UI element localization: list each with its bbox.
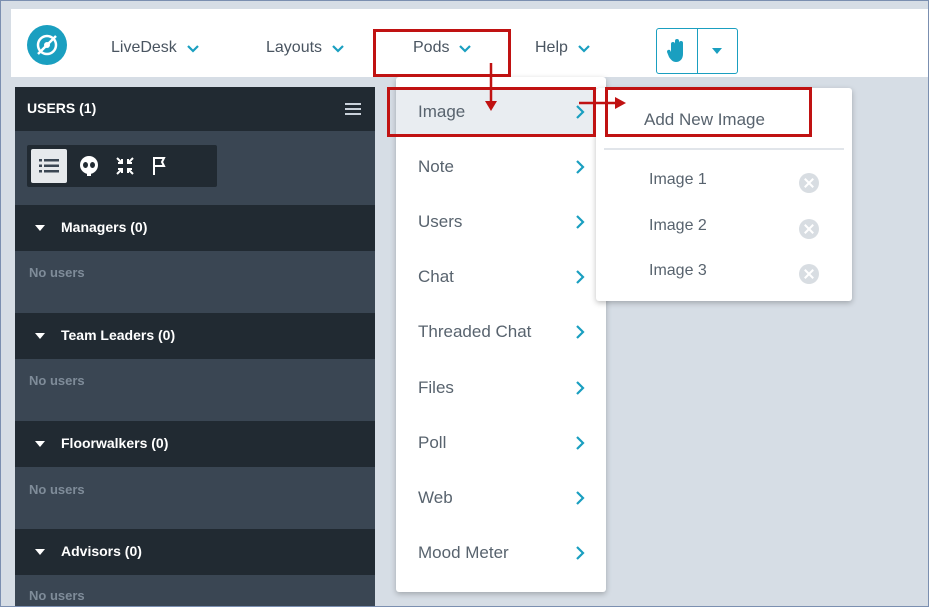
compact-view-button[interactable] <box>107 145 143 187</box>
remove-image-icon[interactable] <box>799 264 819 284</box>
collapse-triangle-icon <box>35 225 45 231</box>
empty-group-text: No users <box>29 265 85 280</box>
annotation-box-add-new-image <box>605 87 812 137</box>
image-list-item[interactable]: Image 1 <box>596 161 852 201</box>
menu-item-threaded-chat[interactable]: Threaded Chat <box>396 308 606 356</box>
app-window: LiveDesk Layouts Pods Help USERS (1) Man… <box>0 0 929 607</box>
remove-image-icon[interactable] <box>799 173 819 193</box>
users-panel: USERS (1) Managers (0) No users Team Lea… <box>15 87 375 606</box>
annotation-box-image <box>387 87 596 137</box>
chevron-right-icon <box>576 381 585 395</box>
nav-livedesk-label: LiveDesk <box>111 39 177 56</box>
annotation-box-pods <box>373 29 511 77</box>
empty-group-text: No users <box>29 482 85 497</box>
hamburger-menu-icon[interactable] <box>345 103 361 115</box>
menu-item-label: Files <box>418 378 454 397</box>
submenu-divider <box>604 148 844 150</box>
menu-item-label: Poll <box>418 433 447 452</box>
menu-item-label: Threaded Chat <box>418 322 532 341</box>
menu-item-label: Users <box>418 212 463 231</box>
flag-icon <box>153 157 166 175</box>
button-divider <box>697 29 698 73</box>
group-label: Floorwalkers (0) <box>61 435 169 451</box>
group-header-floorwalkers[interactable]: Floorwalkers (0) <box>15 421 375 467</box>
caret-down-icon[interactable] <box>712 48 722 54</box>
chevron-right-icon <box>576 160 585 174</box>
chevron-right-icon <box>576 546 585 560</box>
app-logo-icon[interactable] <box>27 25 67 65</box>
chevron-right-icon <box>576 270 585 284</box>
chevron-down-icon <box>332 45 344 53</box>
pods-dropdown-menu: Image Note Users Chat Threaded Chat File… <box>396 77 606 592</box>
chevron-right-icon <box>576 215 585 229</box>
group-header-managers[interactable]: Managers (0) <box>15 205 375 251</box>
remove-image-icon[interactable] <box>799 219 819 239</box>
menu-item-label: Mood Meter <box>418 543 509 562</box>
nav-help-label: Help <box>535 39 568 56</box>
image-item-label: Image 2 <box>649 217 707 234</box>
collapse-triangle-icon <box>35 549 45 555</box>
nav-layouts[interactable]: Layouts <box>266 37 344 59</box>
nav-help[interactable]: Help <box>535 37 590 59</box>
raise-hand-dropdown[interactable] <box>656 28 738 74</box>
collapse-triangle-icon <box>35 441 45 447</box>
chevron-down-icon <box>578 45 590 53</box>
menu-item-label: Chat <box>418 267 454 286</box>
menu-item-label: Web <box>418 488 453 507</box>
hand-icon <box>666 39 683 62</box>
menu-item-label: Note <box>418 157 454 176</box>
menu-item-poll[interactable]: Poll <box>396 419 606 467</box>
nav-livedesk[interactable]: LiveDesk <box>111 37 199 59</box>
menu-item-users[interactable]: Users <box>396 198 606 246</box>
alien-face-icon <box>80 156 98 176</box>
users-panel-header: USERS (1) <box>15 87 375 131</box>
empty-group-text: No users <box>29 588 85 603</box>
users-toolbar <box>15 131 375 205</box>
collapse-arrows-icon <box>116 157 134 175</box>
menu-item-mood-meter[interactable]: Mood Meter <box>396 529 606 577</box>
nav-layouts-label: Layouts <box>266 39 323 56</box>
image-list-item[interactable]: Image 3 <box>596 252 852 292</box>
image-item-label: Image 3 <box>649 262 707 279</box>
flag-view-button[interactable] <box>143 145 179 187</box>
group-label: Managers (0) <box>61 219 148 235</box>
collapse-triangle-icon <box>35 333 45 339</box>
menu-item-files[interactable]: Files <box>396 364 606 412</box>
group-header-advisors[interactable]: Advisors (0) <box>15 529 375 575</box>
menu-item-web[interactable]: Web <box>396 474 606 522</box>
empty-group-text: No users <box>29 373 85 388</box>
group-header-team-leaders[interactable]: Team Leaders (0) <box>15 313 375 359</box>
users-panel-title: USERS (1) <box>27 100 97 116</box>
image-item-label: Image 1 <box>649 171 707 188</box>
menu-item-note[interactable]: Note <box>396 143 606 191</box>
list-view-button[interactable] <box>31 149 67 183</box>
chevron-down-icon <box>187 45 199 53</box>
chevron-right-icon <box>576 491 585 505</box>
list-icon <box>39 159 59 173</box>
group-label: Advisors (0) <box>61 543 142 559</box>
group-label: Team Leaders (0) <box>61 327 176 343</box>
chevron-right-icon <box>576 436 585 450</box>
view-toggle-group <box>27 145 217 187</box>
image-list-item[interactable]: Image 2 <box>596 207 852 247</box>
menu-item-chat[interactable]: Chat <box>396 253 606 301</box>
chevron-right-icon <box>576 325 585 339</box>
avatar-view-button[interactable] <box>71 145 107 187</box>
